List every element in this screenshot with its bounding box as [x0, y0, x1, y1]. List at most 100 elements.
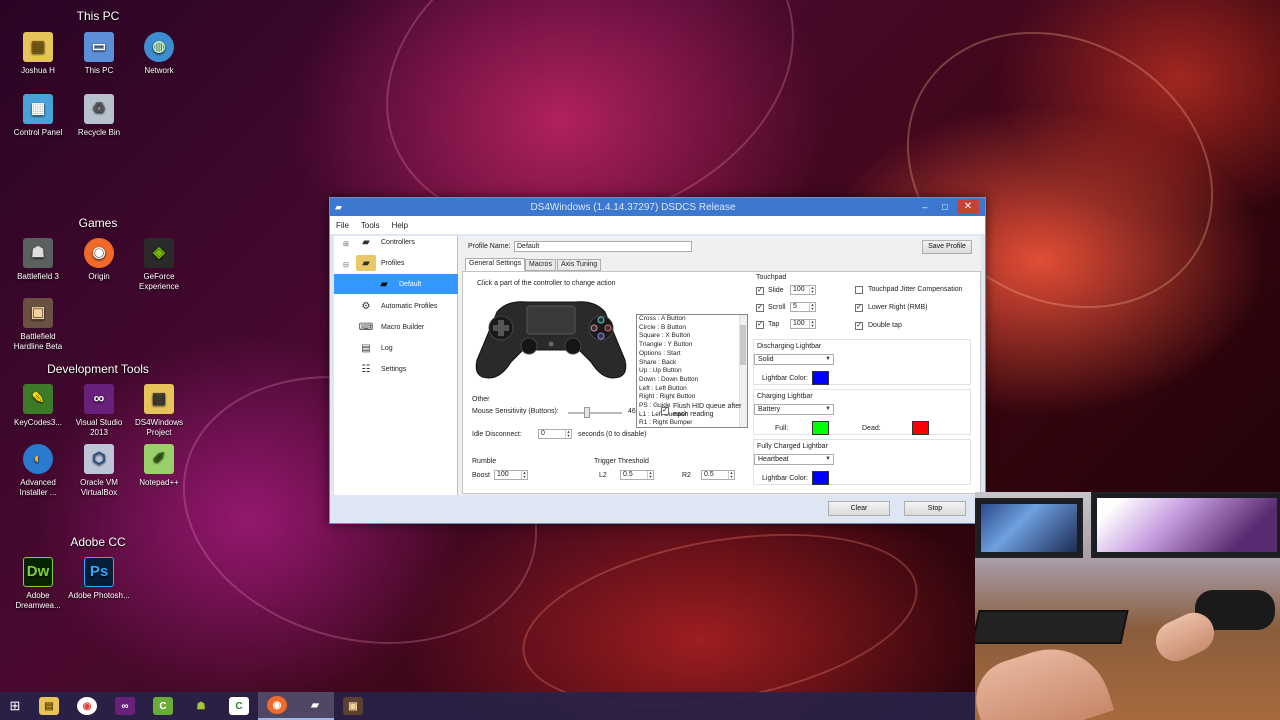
scrollbar-thumb[interactable] [740, 325, 746, 365]
desktop-icon-photoshop[interactable]: Ps Adobe Photosh... [68, 557, 130, 601]
square-button[interactable] [590, 324, 598, 332]
mouse-sensitivity-thumb[interactable] [583, 407, 590, 418]
desktop-icon-visual-studio[interactable]: ∞ Visual Studio 2013 [68, 384, 130, 438]
triangle-button[interactable] [597, 316, 605, 324]
desktop-icon-keycodes[interactable]: ✎ KeyCodes3... [7, 384, 69, 428]
spinner-arrows-icon[interactable]: ▲ ▼ [728, 471, 734, 479]
camtasia-icon[interactable]: C [144, 692, 182, 720]
action-list-item[interactable]: Right : Right Button [637, 393, 747, 402]
circle-button[interactable] [604, 324, 612, 332]
battlefield-icon[interactable]: ▣ [334, 692, 372, 720]
mouse-sensitivity-slider[interactable] [568, 412, 622, 414]
menu-file[interactable]: File [330, 221, 355, 230]
spinner-arrows-icon[interactable]: ▲ ▼ [647, 471, 653, 479]
spinner-arrows-icon[interactable]: ▲ ▼ [809, 320, 815, 328]
boost-spinner[interactable]: 100 ▲ ▼ [494, 470, 528, 480]
desktop-icon-recycle-bin[interactable]: ♻ Recycle Bin [68, 94, 130, 138]
action-list-item[interactable]: Left : Left Button [637, 385, 747, 394]
action-list-item[interactable]: Up : Up Button [637, 367, 747, 376]
action-list-item[interactable]: Circle : B Button [637, 324, 747, 333]
desktop-icon-origin[interactable]: ◉ Origin [68, 238, 130, 282]
tap-spinner[interactable]: 100 ▲ ▼ [790, 319, 816, 329]
l2-threshold-spinner[interactable]: 0.5 ▲ ▼ [620, 470, 654, 480]
spinner-arrows-icon[interactable]: ▲ ▼ [565, 430, 571, 438]
action-list-item[interactable]: Cross : A Button [637, 315, 747, 324]
double-tap-checkbox[interactable]: ✓ [855, 322, 863, 330]
nav-item-profiles[interactable]: ▰ Profiles [334, 253, 458, 273]
nav-item-controllers[interactable]: ▰ Controllers [334, 232, 458, 252]
stop-button[interactable]: Stop [904, 501, 966, 516]
lower-right-rmb-checkbox[interactable]: ✓ [855, 304, 863, 312]
menu-tools[interactable]: Tools [355, 221, 386, 230]
charging-mode-dropdown[interactable]: Battery ▼ [754, 404, 834, 415]
close-button[interactable]: ✕ [957, 200, 979, 214]
action-list-item[interactable]: Down : Down Button [637, 376, 747, 385]
nav-item-macro-builder[interactable]: ⌨ Macro Builder [334, 317, 458, 337]
tab-axis-tuning[interactable]: Axis Tuning [557, 259, 602, 271]
controller-image[interactable] [467, 290, 635, 382]
nav-item-default-profile[interactable]: ▰ Default [334, 274, 458, 294]
action-list-item[interactable]: Options : Start [637, 350, 747, 359]
clear-button[interactable]: Clear [828, 501, 890, 516]
camtasia-recorder-icon[interactable]: C [220, 692, 258, 720]
idle-disconnect-spinner[interactable]: 0 ▲ ▼ [538, 429, 572, 439]
desktop-icon-geforce[interactable]: ◈ GeForce Experience [128, 238, 190, 292]
discharging-mode-dropdown[interactable]: Solid ▼ [754, 354, 834, 365]
desktop-icon-joshua[interactable]: ▤ Joshua H [7, 32, 69, 76]
nav-item-automatic-profiles[interactable]: ⚙ Automatic Profiles [334, 296, 458, 316]
spinner-arrows-icon[interactable]: ▲ ▼ [809, 286, 815, 294]
dead-color-swatch[interactable] [912, 421, 929, 435]
file-explorer-icon[interactable]: ▤ [30, 692, 68, 720]
visual-studio-icon[interactable]: ∞ [106, 692, 144, 720]
scroll-checkbox[interactable]: ✓ [756, 304, 764, 312]
desktop-icon-notepadpp[interactable]: ✐ Notepad++ [128, 444, 190, 488]
origin-icon[interactable]: ◉ [258, 692, 296, 720]
desktop-icon-battlefield-3[interactable]: ☗ Battlefield 3 [7, 238, 69, 282]
menu-help[interactable]: Help [386, 221, 414, 230]
ds4windows-icon[interactable]: ▰ [296, 692, 334, 720]
fully-charged-mode-dropdown[interactable]: Heartbeat ▼ [754, 454, 834, 465]
profile-name-input[interactable]: Default [514, 241, 692, 252]
desktop-icon-control-panel[interactable]: ▦ Control Panel [7, 94, 69, 138]
gamepad-app-icon: ▰ [335, 201, 342, 212]
chrome-icon[interactable]: ◉ [68, 692, 106, 720]
action-list-item[interactable]: Share : Back [637, 359, 747, 368]
slide-checkbox[interactable]: ✓ [756, 287, 764, 295]
spinner-arrows-icon[interactable]: ▲ ▼ [809, 303, 815, 311]
spinner-arrows-icon[interactable]: ▲ ▼ [521, 471, 527, 479]
full-color-swatch[interactable] [812, 421, 829, 435]
title-bar[interactable]: ▰ DS4Windows (1.4.14.37297) DSDCS Releas… [330, 198, 985, 216]
action-list-item[interactable]: R1 : Right Bumper [637, 419, 747, 427]
flush-hid-checkbox[interactable]: ✓ [661, 407, 669, 415]
tap-checkbox[interactable]: ✓ [756, 321, 764, 329]
desktop-icon-ds4windows-project[interactable]: ▤ DS4Windows Project [128, 384, 190, 438]
desktop-icon-virtualbox[interactable]: ⬡ Oracle VM VirtualBox [68, 444, 130, 498]
jitter-compensation-checkbox[interactable] [855, 286, 863, 294]
desktop-icon-network[interactable]: ◍ Network [128, 32, 190, 76]
desktop-icon-this-pc[interactable]: ▭ This PC [68, 32, 130, 76]
tab-macros[interactable]: Macros [525, 259, 556, 271]
right-stick[interactable] [564, 337, 582, 355]
save-profile-button[interactable]: Save Profile [922, 240, 972, 254]
discharging-color-swatch[interactable] [812, 371, 829, 385]
desktop-icon-advanced-installer[interactable]: ◐ Advanced Installer ... [7, 444, 69, 498]
android-icon[interactable]: ☗ [182, 692, 220, 720]
left-stick[interactable] [520, 337, 538, 355]
desktop-icon-dreamweaver[interactable]: Dw Adobe Dreamwea... [7, 557, 69, 611]
cross-button[interactable] [597, 332, 605, 340]
tab-general-settings[interactable]: General Settings [465, 258, 526, 271]
action-list-item[interactable]: Triangle : Y Button [637, 341, 747, 350]
nav-item-log[interactable]: ▤ Log [334, 338, 458, 358]
minimize-button[interactable]: ‒ [917, 201, 933, 213]
touchpad-area[interactable] [526, 305, 576, 335]
slide-spinner[interactable]: 100 ▲ ▼ [790, 285, 816, 295]
desktop-icon-battlefield-hardline[interactable]: ▣ Battlefield Hardline Beta [7, 298, 69, 352]
scroll-spinner[interactable]: 5 ▲ ▼ [790, 302, 816, 312]
r2-threshold-spinner[interactable]: 0.5 ▲ ▼ [701, 470, 735, 480]
ps-button[interactable] [548, 341, 554, 347]
fully-charged-color-swatch[interactable] [812, 471, 829, 485]
action-list-item[interactable]: Square : X Button [637, 332, 747, 341]
maximize-button[interactable]: □ [937, 201, 953, 213]
nav-item-settings[interactable]: ☷ Settings [334, 359, 458, 379]
start-icon[interactable]: ⊞ [0, 692, 30, 720]
